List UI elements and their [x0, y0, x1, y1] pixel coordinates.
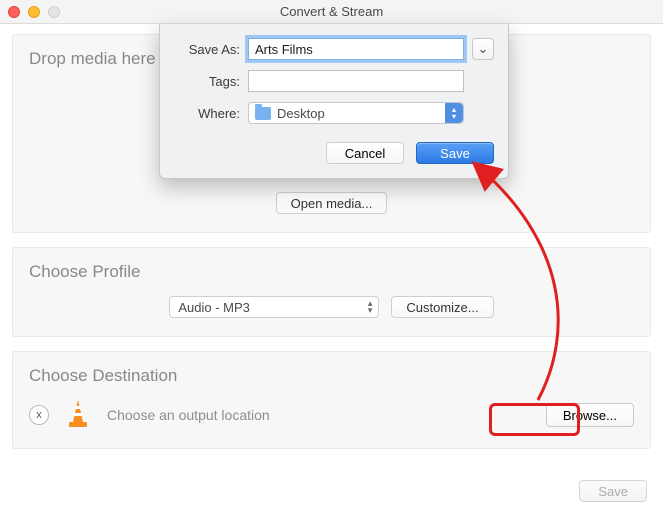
open-media-label: Open media...: [291, 196, 373, 211]
window-title: Convert & Stream: [280, 4, 383, 19]
vlc-cone-icon: [65, 400, 91, 430]
choose-profile-header: Choose Profile: [29, 262, 634, 282]
save-sheet-dialog: Save As: ⌄ Tags: Where: Desktop ▴▾ Cance…: [159, 24, 509, 179]
window-zoom-icon[interactable]: [48, 6, 60, 18]
tags-label: Tags:: [174, 74, 240, 89]
profile-select[interactable]: Audio - MP3 ▴▾: [169, 296, 379, 318]
remove-destination-button[interactable]: x: [29, 405, 49, 425]
destination-hint: Choose an output location: [107, 407, 270, 423]
close-x-icon: x: [36, 409, 42, 421]
browse-label: Browse...: [563, 408, 617, 423]
sheet-cancel-label: Cancel: [345, 146, 385, 161]
window-minimize-icon[interactable]: [28, 6, 40, 18]
updown-chevrons-icon: ▴▾: [445, 103, 463, 123]
sheet-save-label: Save: [440, 146, 470, 161]
profile-select-value: Audio - MP3: [178, 300, 250, 315]
disclosure-toggle-button[interactable]: ⌄: [472, 38, 494, 60]
updown-chevrons-icon: ▴▾: [368, 300, 373, 314]
main-save-button-disabled: Save: [579, 480, 647, 502]
customize-label: Customize...: [406, 300, 478, 315]
tags-input[interactable]: [248, 70, 464, 92]
where-location-select[interactable]: Desktop ▴▾: [248, 102, 464, 124]
folder-icon: [255, 107, 271, 120]
window-close-icon[interactable]: [8, 6, 20, 18]
window-titlebar: Convert & Stream: [0, 0, 663, 24]
choose-profile-section: Choose Profile Audio - MP3 ▴▾ Customize.…: [12, 247, 651, 337]
sheet-cancel-button[interactable]: Cancel: [326, 142, 404, 164]
where-label: Where:: [174, 106, 240, 121]
sheet-save-button[interactable]: Save: [416, 142, 494, 164]
choose-destination-section: Choose Destination x Choose an output lo…: [12, 351, 651, 449]
save-as-input[interactable]: [248, 38, 464, 60]
open-media-button[interactable]: Open media...: [276, 192, 388, 214]
choose-destination-header: Choose Destination: [29, 366, 634, 386]
chevron-down-icon: ⌄: [478, 41, 489, 57]
where-value: Desktop: [277, 106, 325, 121]
main-save-label: Save: [598, 484, 628, 499]
customize-button[interactable]: Customize...: [391, 296, 493, 318]
save-as-label: Save As:: [174, 42, 240, 57]
browse-button[interactable]: Browse...: [546, 403, 634, 427]
